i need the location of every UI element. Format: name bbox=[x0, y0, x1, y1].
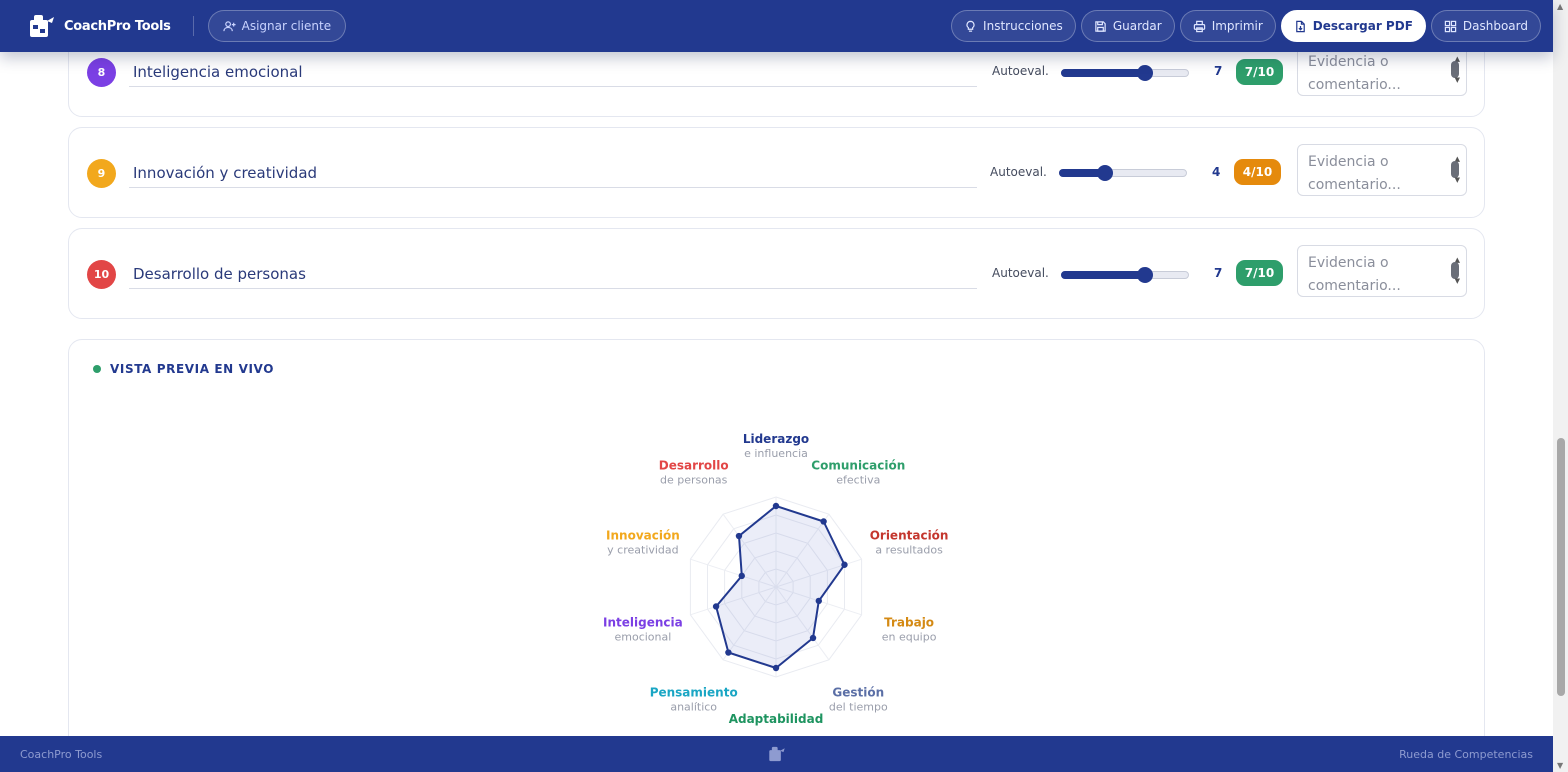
preview-title: VISTA PREVIA EN VIVO bbox=[93, 362, 274, 376]
competency-name-input[interactable]: Desarrollo de personas bbox=[129, 261, 977, 289]
print-label: Imprimir bbox=[1211, 19, 1263, 33]
slider-knob[interactable] bbox=[1137, 65, 1153, 81]
instructions-button[interactable]: Instrucciones bbox=[951, 10, 1076, 42]
save-button[interactable]: Guardar bbox=[1080, 10, 1175, 42]
competency-name-input[interactable]: Innovación y creatividad bbox=[129, 160, 977, 188]
save-label: Guardar bbox=[1112, 19, 1162, 33]
evidence-placeholder: Evidencia o comentario... bbox=[1308, 54, 1401, 93]
slider-knob[interactable] bbox=[1137, 267, 1153, 283]
footer-logo-icon bbox=[769, 746, 785, 762]
scroll-up-icon[interactable]: ▲ bbox=[1557, 2, 1563, 11]
self-eval-score: 7 bbox=[1214, 64, 1223, 78]
scroll-down-icon[interactable]: ▼ bbox=[1455, 169, 1460, 192]
brand-logo-icon bbox=[30, 15, 54, 37]
score-badge: 7/10 bbox=[1236, 260, 1283, 286]
competency-card: 9 Innovación y creatividad Autoeval. 4 4… bbox=[68, 127, 1485, 218]
page-scrollbar[interactable]: ▲ ▼ bbox=[1553, 0, 1568, 772]
dashboard-button[interactable]: Dashboard bbox=[1430, 10, 1541, 42]
grid-icon bbox=[1444, 20, 1457, 32]
score-badge: 4/10 bbox=[1234, 159, 1281, 185]
evidence-placeholder: Evidencia o comentario... bbox=[1308, 255, 1401, 294]
file-download-icon bbox=[1295, 20, 1305, 32]
evidence-textarea[interactable]: Evidencia o comentario... ▲ ▼ bbox=[1297, 245, 1467, 297]
assign-client-label: Asignar cliente bbox=[241, 19, 332, 33]
self-eval-slider[interactable] bbox=[1061, 65, 1189, 81]
assign-client-button[interactable]: Asignar cliente bbox=[207, 10, 347, 42]
divider bbox=[192, 16, 194, 36]
footer: CoachPro Tools Rueda de Competencias bbox=[0, 736, 1553, 772]
self-eval-slider[interactable] bbox=[1059, 165, 1187, 181]
live-dot-icon bbox=[93, 365, 101, 373]
print-button[interactable]: Imprimir bbox=[1179, 10, 1276, 42]
slider-knob[interactable] bbox=[1097, 165, 1113, 181]
lightbulb-icon bbox=[966, 20, 975, 32]
top-bar: CoachPro Tools Asignar cliente Instrucci… bbox=[0, 0, 1553, 52]
save-icon bbox=[1095, 20, 1106, 32]
self-eval-slider[interactable] bbox=[1061, 267, 1189, 283]
slider-fill bbox=[1061, 69, 1145, 77]
scrollbar-thumb[interactable] bbox=[1557, 438, 1565, 696]
footer-brand: CoachPro Tools bbox=[20, 747, 103, 761]
competency-number: 8 bbox=[87, 58, 116, 87]
competency-number: 10 bbox=[87, 260, 116, 289]
self-eval-label: Autoeval. bbox=[992, 64, 1049, 78]
download-pdf-label: Descargar PDF bbox=[1312, 19, 1413, 33]
self-eval-label: Autoeval. bbox=[992, 266, 1049, 280]
self-eval-score: 7 bbox=[1214, 266, 1223, 280]
footer-page-name: Rueda de Competencias bbox=[1399, 747, 1533, 761]
score-badge: 7/10 bbox=[1236, 59, 1283, 85]
brand[interactable]: CoachPro Tools bbox=[28, 13, 171, 39]
add-user-icon bbox=[222, 20, 236, 31]
competency-name-input[interactable]: Inteligencia emocional bbox=[129, 59, 977, 87]
dashboard-label: Dashboard bbox=[1462, 19, 1528, 33]
evidence-placeholder: Evidencia o comentario... bbox=[1308, 154, 1401, 193]
slider-fill bbox=[1061, 271, 1145, 279]
self-eval-score: 4 bbox=[1212, 165, 1221, 179]
printer-icon bbox=[1193, 20, 1205, 32]
live-preview-panel: VISTA PREVIA EN VIVO bbox=[68, 339, 1485, 759]
self-eval-label: Autoeval. bbox=[990, 165, 1047, 179]
scroll-down-icon[interactable]: ▼ bbox=[1455, 270, 1460, 293]
competency-number: 9 bbox=[87, 159, 116, 188]
evidence-textarea[interactable]: Evidencia o comentario... ▲ ▼ bbox=[1297, 144, 1467, 196]
competency-card: 10 Desarrollo de personas Autoeval. 7 7/… bbox=[68, 228, 1485, 319]
preview-title-text: VISTA PREVIA EN VIVO bbox=[110, 362, 275, 376]
brand-name: CoachPro Tools bbox=[64, 18, 171, 34]
instructions-label: Instrucciones bbox=[983, 19, 1063, 33]
toolbar-actions: Instrucciones Guardar Imprimir Descargar… bbox=[951, 10, 1541, 42]
download-pdf-button[interactable]: Descargar PDF bbox=[1280, 10, 1426, 42]
scroll-down-icon[interactable]: ▼ bbox=[1455, 69, 1460, 92]
scroll-down-icon[interactable]: ▼ bbox=[1557, 761, 1563, 770]
